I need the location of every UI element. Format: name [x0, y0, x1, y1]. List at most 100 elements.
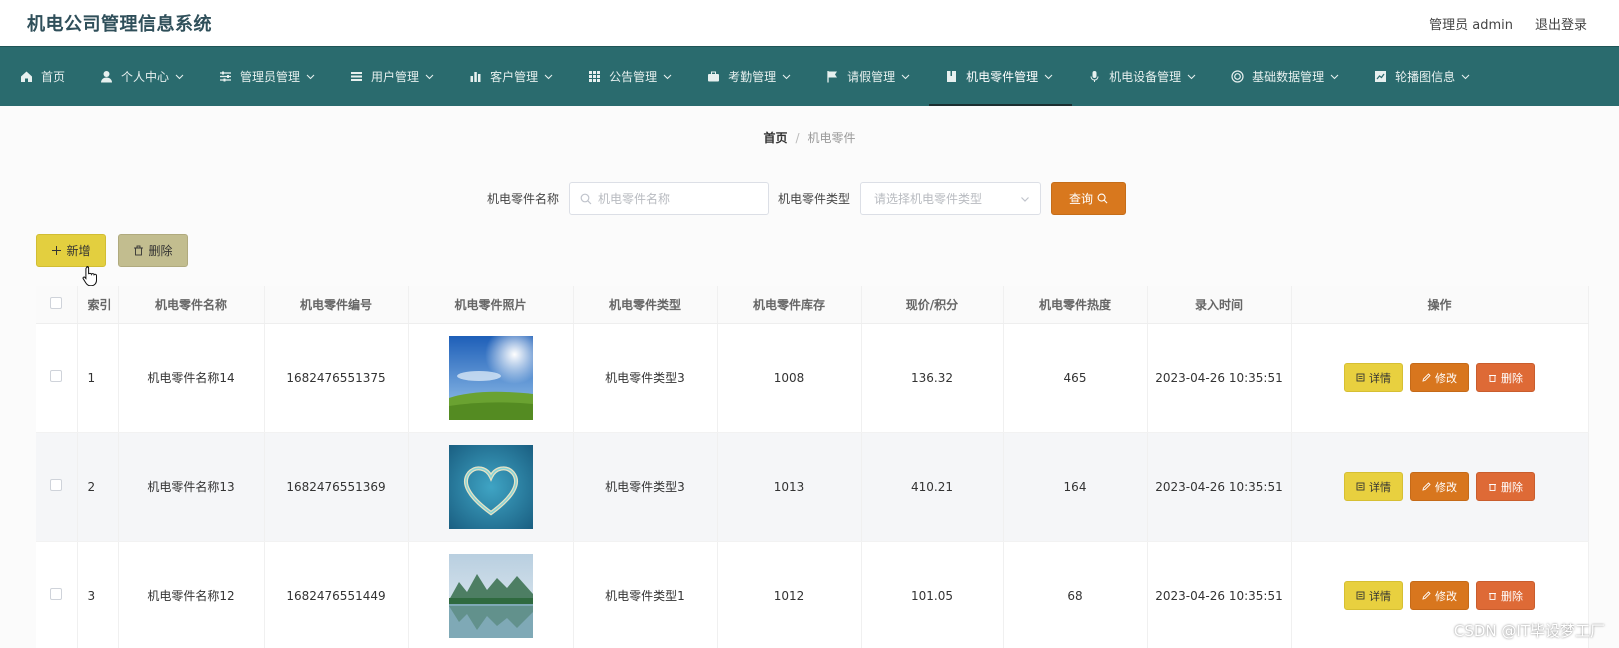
name-search-label: 机电零件名称	[487, 192, 560, 206]
home-icon	[20, 70, 33, 83]
edit-button[interactable]: 修改	[1410, 581, 1469, 610]
detail-button[interactable]: 详情	[1344, 581, 1403, 610]
delete-button[interactable]: 删除	[1476, 581, 1535, 610]
type-search-label: 机电零件类型	[778, 192, 851, 206]
row-actions: 详情 修改 删除	[1292, 581, 1588, 610]
part-price: 136.32	[861, 323, 1004, 433]
part-name: 机电零件名称14	[118, 323, 265, 433]
target-icon	[1231, 70, 1244, 83]
delete-button-label: 删除	[1501, 589, 1523, 603]
nav-item-0[interactable]: 首页	[18, 47, 82, 106]
chart-icon	[1374, 70, 1387, 83]
part-heat: 465	[1003, 323, 1148, 433]
detail-button[interactable]: 详情	[1344, 363, 1403, 392]
row-index: 2	[77, 432, 119, 542]
part-photo	[448, 335, 533, 420]
trash-icon	[134, 245, 144, 256]
microphone-icon	[1088, 70, 1101, 83]
select-all-checkbox[interactable]	[50, 296, 63, 309]
part-name: 机电零件名称12	[118, 541, 265, 648]
list-icon	[350, 70, 363, 83]
breadcrumb-home[interactable]: 首页	[763, 131, 787, 145]
name-search-input[interactable]: 机电零件名称	[569, 182, 770, 215]
row-checkbox[interactable]	[50, 370, 63, 382]
row-actions-cell: 详情 修改 删除	[1291, 323, 1589, 433]
nav-item-6[interactable]: 考勤管理	[705, 47, 808, 106]
table-row[interactable]: 3 机电零件名称12 1682476551449 机电零件类型1 1012 101.05 6…	[36, 541, 1589, 648]
edit-button-label: 修改	[1435, 480, 1457, 494]
nav-item-8[interactable]: 机电零件管理	[929, 47, 1073, 106]
nav-item-label: 首页	[41, 70, 66, 84]
row-actions: 详情 修改 删除	[1292, 363, 1588, 392]
detail-button[interactable]: 详情	[1344, 472, 1403, 501]
part-price: 101.05	[861, 541, 1004, 648]
delete-button[interactable]: 删除	[1476, 363, 1535, 392]
book-icon	[945, 70, 958, 83]
part-name: 机电零件名称13	[118, 432, 265, 542]
nav-item-label: 考勤管理	[728, 70, 777, 84]
edit-button[interactable]: 修改	[1410, 472, 1469, 501]
breadcrumb: 首页 / 机电零件	[0, 129, 1619, 146]
nav-item-9[interactable]: 机电设备管理	[1086, 47, 1213, 106]
batch-delete-label: 删除	[148, 244, 173, 258]
query-button[interactable]: 查询	[1051, 182, 1127, 215]
chevron-down-icon	[1187, 72, 1196, 81]
nav-item-label: 用户管理	[371, 70, 420, 84]
part-heat: 164	[1003, 432, 1148, 542]
edit-icon	[1422, 482, 1435, 491]
logout-link[interactable]: 退出登录	[1535, 14, 1587, 33]
row-checkbox[interactable]	[50, 588, 63, 600]
row-select-cell	[36, 432, 78, 542]
column-header: 索引	[77, 286, 119, 324]
add-button[interactable]: 新增	[36, 234, 106, 267]
app-title: 机电公司管理信息系统	[27, 14, 212, 35]
table-row[interactable]: 2 机电零件名称13 1682476551369 机电零件类型3 1013 410.21 1…	[36, 432, 1589, 542]
chevron-down-icon	[1461, 72, 1470, 81]
table-header-row: 索引 机电零件名称 机电零件编号 机电零件照片 机电零件类型 机电零件库存 现价/积分 机电零…	[36, 286, 1589, 324]
nav-item-label: 基础数据管理	[1252, 70, 1325, 84]
column-header: 机电零件库存	[717, 286, 862, 324]
nav-item-4[interactable]: 客户管理	[467, 47, 570, 106]
part-photo	[448, 444, 533, 529]
edit-icon	[1422, 591, 1435, 600]
parts-table: 索引 机电零件名称 机电零件编号 机电零件照片 机电零件类型 机电零件库存 现价/积分 机电零…	[36, 286, 1589, 648]
nav-item-5[interactable]: 公告管理	[586, 47, 689, 106]
table-row[interactable]: 1 机电零件名称14 1682476551375 机电零件类型3 1008 136.32 4…	[36, 323, 1589, 433]
delete-button[interactable]: 删除	[1476, 472, 1535, 501]
nav-item-10[interactable]: 基础数据管理	[1229, 47, 1356, 106]
edit-button-label: 修改	[1435, 371, 1457, 385]
user-icon	[100, 70, 113, 83]
chevron-down-icon	[175, 72, 184, 81]
batch-delete-button[interactable]: 删除	[118, 234, 188, 267]
trash-icon	[1488, 591, 1501, 600]
edit-icon	[1422, 373, 1435, 382]
part-code: 1682476551375	[264, 323, 409, 433]
nav-item-label: 客户管理	[490, 70, 539, 84]
nav-item-label: 公告管理	[609, 70, 658, 84]
column-header: 机电零件编号	[264, 286, 409, 324]
query-button-label: 查询	[1069, 192, 1094, 206]
type-select-placeholder: 请选择机电零件类型	[874, 192, 983, 206]
breadcrumb-separator: /	[795, 131, 800, 145]
nav-item-11[interactable]: 轮播图信息	[1372, 47, 1487, 106]
part-type: 机电零件类型3	[573, 323, 718, 433]
nav-item-7[interactable]: 请假管理	[824, 47, 927, 106]
edit-button[interactable]: 修改	[1410, 363, 1469, 392]
plus-icon	[52, 246, 62, 255]
column-header: 机电零件热度	[1003, 286, 1148, 324]
chevron-down-icon	[663, 72, 672, 81]
name-search-placeholder: 机电零件名称	[598, 192, 671, 206]
nav-item-label: 轮播图信息	[1395, 70, 1456, 84]
delete-button-label: 删除	[1501, 371, 1523, 385]
row-select-cell	[36, 323, 78, 433]
trash-icon	[1488, 482, 1501, 491]
nav-item-3[interactable]: 用户管理	[348, 47, 451, 106]
add-button-label: 新增	[66, 244, 91, 258]
part-photo	[448, 553, 533, 638]
nav-item-2[interactable]: 管理员管理	[217, 47, 332, 106]
type-select[interactable]: 请选择机电零件类型	[860, 182, 1042, 215]
row-checkbox[interactable]	[50, 479, 63, 491]
nav-item-1[interactable]: 个人中心	[98, 47, 201, 106]
main-nav: 首页 个人中心 管理员管理 用户管理 客户管理 公告管理 考勤管理 请假管理 机电零件管理 机电设…	[0, 46, 1619, 106]
column-header: 机电零件类型	[573, 286, 718, 324]
